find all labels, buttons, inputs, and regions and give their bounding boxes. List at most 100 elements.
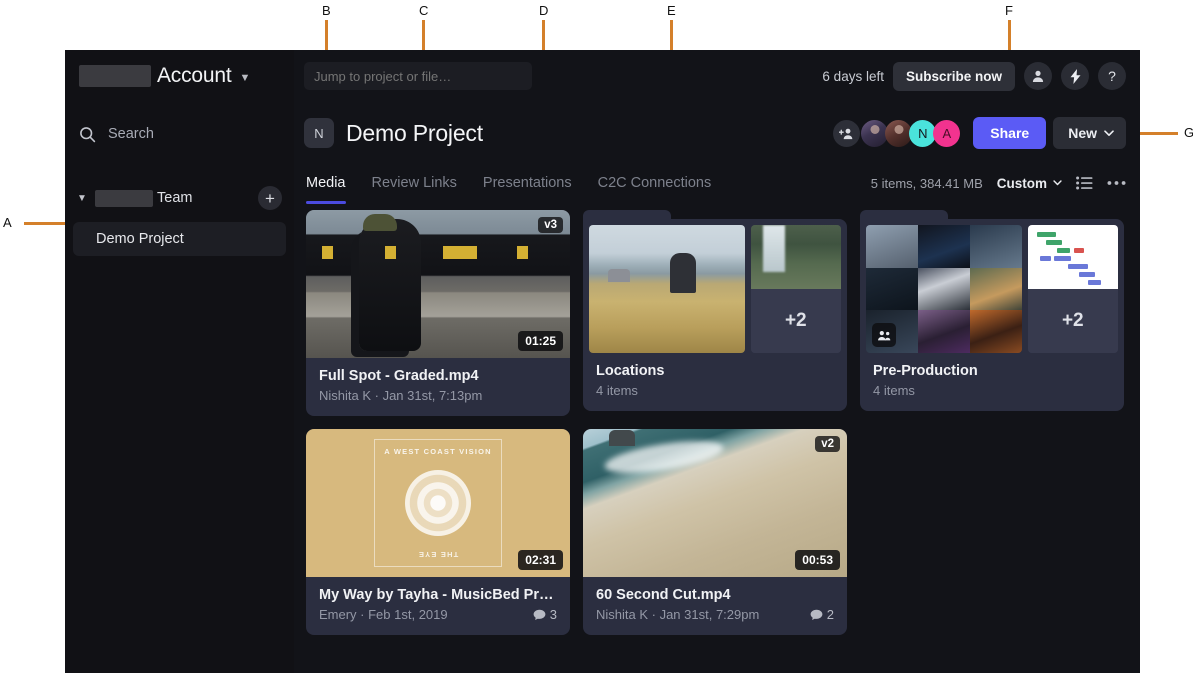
avatar[interactable] bbox=[861, 120, 888, 147]
version-badge: v2 bbox=[815, 436, 840, 452]
comment-count: 3 bbox=[533, 607, 557, 622]
add-project-button[interactable]: + bbox=[258, 186, 282, 210]
team-name-redacted bbox=[95, 190, 153, 207]
callout-label-A: A bbox=[3, 215, 12, 230]
folder-thumbnail-primary bbox=[589, 225, 745, 353]
lightning-icon[interactable] bbox=[1061, 62, 1089, 90]
new-button[interactable]: New bbox=[1053, 117, 1126, 149]
media-meta: Nishita K · Jan 31st, 7:29pm bbox=[596, 607, 759, 622]
project-header: N Demo Project N bbox=[294, 102, 1140, 164]
folder-tab-shape bbox=[860, 210, 948, 219]
app-window: Account ▼ Search ▼ Team + bbox=[65, 50, 1140, 673]
album-art-frame: A WEST COAST VISION THE EYE bbox=[374, 439, 502, 567]
main-panel: 6 days left Subscribe now ? N Demo Proje… bbox=[294, 50, 1140, 673]
account-switcher[interactable]: Account ▼ bbox=[65, 50, 294, 102]
team-name: Team bbox=[95, 190, 252, 207]
folder-title: Locations bbox=[596, 363, 834, 379]
rose-icon bbox=[405, 470, 471, 536]
album-art-text-bottom: THE EYE bbox=[375, 550, 501, 559]
account-label: Account bbox=[157, 64, 231, 88]
account-icon[interactable] bbox=[1024, 62, 1052, 90]
thumbnail-art-detail bbox=[306, 246, 570, 258]
subscribe-button[interactable]: Subscribe now bbox=[893, 62, 1015, 91]
folder-more-count: +2 bbox=[751, 289, 841, 353]
help-icon[interactable]: ? bbox=[1098, 62, 1126, 90]
folder-tab-shape bbox=[583, 210, 671, 219]
sort-dropdown[interactable]: Custom bbox=[997, 176, 1062, 191]
callout-label-B: B bbox=[322, 3, 331, 18]
sidebar: Account ▼ Search ▼ Team + bbox=[65, 50, 294, 673]
tab-bar-right: 5 items, 384.41 MB Custom bbox=[871, 176, 1126, 191]
avatar[interactable]: N bbox=[909, 120, 936, 147]
sidebar-project-item[interactable]: Demo Project bbox=[73, 222, 286, 256]
tab-review-links[interactable]: Review Links bbox=[372, 164, 457, 202]
search-icon bbox=[79, 126, 96, 143]
new-button-label: New bbox=[1068, 125, 1097, 141]
folder-card[interactable]: +2 Locations 4 items bbox=[583, 210, 847, 416]
media-title: My Way by Tayha - MusicBed Pre… bbox=[319, 587, 557, 603]
folder-subtitle: 4 items bbox=[873, 383, 1111, 398]
callout-label-E: E bbox=[667, 3, 676, 18]
media-grid: v3 01:25 Full Spot - Graded.mp4 Nishita … bbox=[294, 202, 1140, 635]
jump-to-search-input[interactable] bbox=[304, 62, 532, 90]
chevron-down-icon bbox=[1104, 130, 1114, 137]
comment-icon bbox=[810, 609, 823, 621]
sidebar-search[interactable]: Search bbox=[65, 112, 294, 156]
tab-c2c-connections[interactable]: C2C Connections bbox=[598, 164, 712, 202]
folder-card-body: Locations 4 items bbox=[583, 359, 847, 411]
media-thumbnail: v2 00:53 bbox=[583, 429, 847, 577]
chevron-down-icon[interactable]: ▼ bbox=[75, 193, 89, 204]
media-card-body: Full Spot - Graded.mp4 Nishita K · Jan 3… bbox=[306, 358, 570, 416]
media-subtitle: Emery · Feb 1st, 2019 3 bbox=[319, 607, 557, 622]
top-bar: 6 days left Subscribe now ? bbox=[294, 50, 1140, 102]
folder-card[interactable]: +2 Pre-Production 4 items bbox=[860, 210, 1124, 416]
tab-media[interactable]: Media bbox=[306, 164, 346, 202]
media-thumbnail: A WEST COAST VISION THE EYE 02:31 bbox=[306, 429, 570, 577]
project-header-actions: N A Share New bbox=[833, 117, 1126, 149]
invite-member-icon[interactable] bbox=[833, 120, 860, 147]
share-button[interactable]: Share bbox=[973, 117, 1046, 149]
items-summary: 5 items, 384.41 MB bbox=[871, 176, 983, 191]
folder-body: +2 Pre-Production 4 items bbox=[860, 219, 1124, 411]
callout-label-D: D bbox=[539, 3, 549, 18]
tab-presentations[interactable]: Presentations bbox=[483, 164, 572, 202]
folder-more-count: +2 bbox=[1028, 289, 1118, 353]
member-avatars: N A bbox=[833, 120, 960, 147]
media-title: 60 Second Cut.mp4 bbox=[596, 587, 834, 603]
avatar[interactable]: A bbox=[933, 120, 960, 147]
callout-label-G: G bbox=[1184, 125, 1193, 140]
media-meta: Nishita K · Jan 31st, 7:13pm bbox=[319, 388, 482, 403]
thumbnail-art bbox=[589, 225, 745, 353]
media-card-body: 60 Second Cut.mp4 Nishita K · Jan 31st, … bbox=[583, 577, 847, 635]
list-view-icon[interactable] bbox=[1076, 176, 1093, 190]
folder-thumbnail-secondary bbox=[1028, 225, 1118, 289]
media-meta: Emery · Feb 1st, 2019 bbox=[319, 607, 448, 622]
folder-thumbnail-secondary bbox=[751, 225, 841, 289]
media-card[interactable]: v3 01:25 Full Spot - Graded.mp4 Nishita … bbox=[306, 210, 570, 416]
folder-thumbnail-primary bbox=[866, 225, 1022, 353]
callout-line-G bbox=[1136, 132, 1178, 135]
folder-card-body: Pre-Production 4 items bbox=[860, 359, 1124, 411]
media-card[interactable]: A WEST COAST VISION THE EYE 02:31 My Way… bbox=[306, 429, 570, 635]
comment-count-value: 2 bbox=[827, 607, 834, 622]
folder-thumbnail-side: +2 bbox=[1028, 225, 1118, 353]
project-avatar: N bbox=[304, 118, 334, 148]
media-card[interactable]: v2 00:53 60 Second Cut.mp4 Nishita K · J… bbox=[583, 429, 847, 635]
chevron-down-icon bbox=[1053, 180, 1062, 186]
media-card-body: My Way by Tayha - MusicBed Pre… Emery · … bbox=[306, 577, 570, 635]
version-badge: v3 bbox=[538, 217, 563, 233]
duration-badge: 00:53 bbox=[795, 550, 840, 570]
avatar[interactable] bbox=[885, 120, 912, 147]
tab-bar: Media Review Links Presentations C2C Con… bbox=[294, 164, 1140, 202]
comment-icon bbox=[533, 609, 546, 621]
media-title: Full Spot - Graded.mp4 bbox=[319, 368, 557, 384]
team-row[interactable]: ▼ Team + bbox=[65, 178, 294, 218]
comment-count-value: 3 bbox=[550, 607, 557, 622]
comment-count: 2 bbox=[810, 607, 834, 622]
page-title: Demo Project bbox=[346, 120, 483, 147]
more-options-icon[interactable] bbox=[1107, 180, 1126, 186]
chevron-down-icon: ▼ bbox=[239, 72, 250, 84]
callout-label-F: F bbox=[1005, 3, 1013, 18]
search-label: Search bbox=[108, 126, 154, 142]
album-art-text-top: A WEST COAST VISION bbox=[375, 447, 501, 456]
